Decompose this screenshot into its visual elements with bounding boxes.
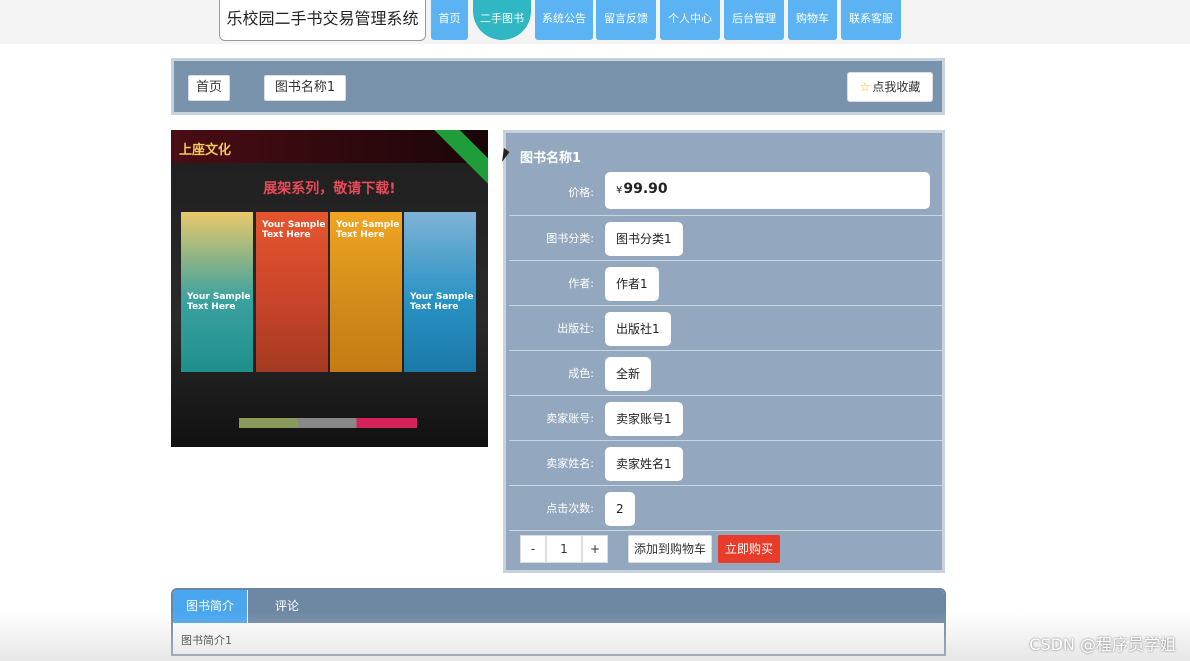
detail-row-category: 图书分类: 图书分类1 bbox=[509, 216, 942, 261]
star-icon: ☆ bbox=[859, 80, 871, 94]
currency-symbol: ¥ bbox=[616, 185, 623, 196]
price-value: ¥99.90 bbox=[605, 172, 930, 209]
image-logo: 上座文化 bbox=[179, 143, 232, 158]
detail-row-condition: 成色: 全新 bbox=[509, 351, 942, 396]
favorite-button[interactable]: ☆ 点我收藏 bbox=[847, 72, 933, 102]
breadcrumb-bar: 首页 图书名称1 ☆ 点我收藏 bbox=[171, 58, 945, 115]
nav-admin[interactable]: 后台管理 bbox=[724, 0, 784, 40]
image-panel-4: Your Sample Text Here bbox=[404, 212, 476, 372]
image-panel-1: Your Sample Text Here bbox=[181, 212, 253, 372]
top-header: 乐校园二手书交易管理系统 首页 二手图书 系统公告 留言反馈 个人中心 后台管理… bbox=[0, 0, 1190, 44]
image-panel-text: Your Sample Text Here bbox=[262, 220, 326, 240]
nav-cart[interactable]: 购物车 bbox=[788, 0, 837, 40]
quantity-plus-button[interactable]: + bbox=[582, 535, 608, 563]
quantity-stepper: - + bbox=[520, 535, 608, 563]
favorite-label: 点我收藏 bbox=[872, 80, 921, 94]
product-details-panel: 图书名称1 价格: ¥99.90 图书分类: 图书分类1 作者: 作者1 出版社… bbox=[503, 130, 945, 573]
image-panel-3: Your Sample Text Here bbox=[330, 212, 402, 372]
detail-row-author: 作者: 作者1 bbox=[509, 261, 942, 306]
field-label: 卖家账号: bbox=[546, 412, 594, 425]
detail-row-clicks: 点击次数: 2 bbox=[509, 486, 942, 531]
image-panel-text: Your Sample Text Here bbox=[187, 292, 251, 312]
price-amount: 99.90 bbox=[623, 181, 668, 197]
field-label: 图书分类: bbox=[546, 232, 594, 245]
field-label: 作者: bbox=[568, 277, 594, 290]
nav-personal-center[interactable]: 个人中心 bbox=[660, 0, 720, 40]
field-value: 卖家账号1 bbox=[605, 402, 683, 436]
detail-row-publisher: 出版社: 出版社1 bbox=[509, 306, 942, 351]
field-label: 出版社: bbox=[557, 322, 594, 335]
field-label: 卖家姓名: bbox=[546, 457, 594, 470]
field-value: 出版社1 bbox=[605, 312, 671, 346]
detail-row-seller-name: 卖家姓名: 卖家姓名1 bbox=[509, 441, 942, 486]
nav-used-books[interactable]: 二手图书 bbox=[473, 0, 531, 40]
quantity-input[interactable] bbox=[546, 535, 582, 563]
image-steps bbox=[239, 418, 417, 428]
image-panel-text: Your Sample Text Here bbox=[336, 220, 400, 240]
breadcrumb-current: 图书名称1 bbox=[264, 75, 346, 101]
product-image: 上座文化 展架系列，敬请下载! Your Sample Text Here Yo… bbox=[171, 130, 488, 447]
image-headline: 展架系列，敬请下载! bbox=[263, 181, 396, 197]
add-to-cart-button[interactable]: 添加到购物车 bbox=[628, 535, 712, 563]
image-panel-2: Your Sample Text Here bbox=[256, 212, 328, 372]
field-value: 全新 bbox=[605, 357, 652, 391]
buy-now-button[interactable]: 立即购买 bbox=[718, 535, 780, 563]
image-panel-text: Your Sample Text Here bbox=[410, 292, 474, 312]
nav-contact-support[interactable]: 联系客服 bbox=[841, 0, 901, 40]
field-value: 图书分类1 bbox=[605, 222, 683, 256]
nav-announcements[interactable]: 系统公告 bbox=[535, 0, 593, 40]
detail-row-seller-account: 卖家账号: 卖家账号1 bbox=[509, 396, 942, 441]
nav-home[interactable]: 首页 bbox=[431, 0, 468, 40]
tab-book-intro[interactable]: 图书简介 bbox=[173, 590, 248, 623]
tab-content: 图书简介1 bbox=[181, 634, 232, 647]
site-title: 乐校园二手书交易管理系统 bbox=[219, 0, 426, 41]
product-tabs: 图书简介 评论 图书简介1 bbox=[171, 588, 946, 656]
field-label: 点击次数: bbox=[546, 502, 594, 515]
field-value: 卖家姓名1 bbox=[605, 447, 683, 481]
tabs-header: 图书简介 评论 bbox=[173, 590, 944, 623]
field-label: 成色: bbox=[568, 367, 594, 380]
detail-row-price: 价格: ¥99.90 bbox=[509, 133, 942, 216]
nav-feedback[interactable]: 留言反馈 bbox=[596, 0, 656, 40]
field-value: 2 bbox=[605, 492, 635, 526]
tab-comments[interactable]: 评论 bbox=[249, 590, 325, 623]
breadcrumb-home[interactable]: 首页 bbox=[188, 75, 230, 101]
watermark: CSDN @程序员学姐 bbox=[1029, 635, 1176, 654]
price-label: 价格: bbox=[568, 186, 594, 199]
quantity-minus-button[interactable]: - bbox=[520, 535, 546, 563]
field-value: 作者1 bbox=[605, 267, 659, 301]
